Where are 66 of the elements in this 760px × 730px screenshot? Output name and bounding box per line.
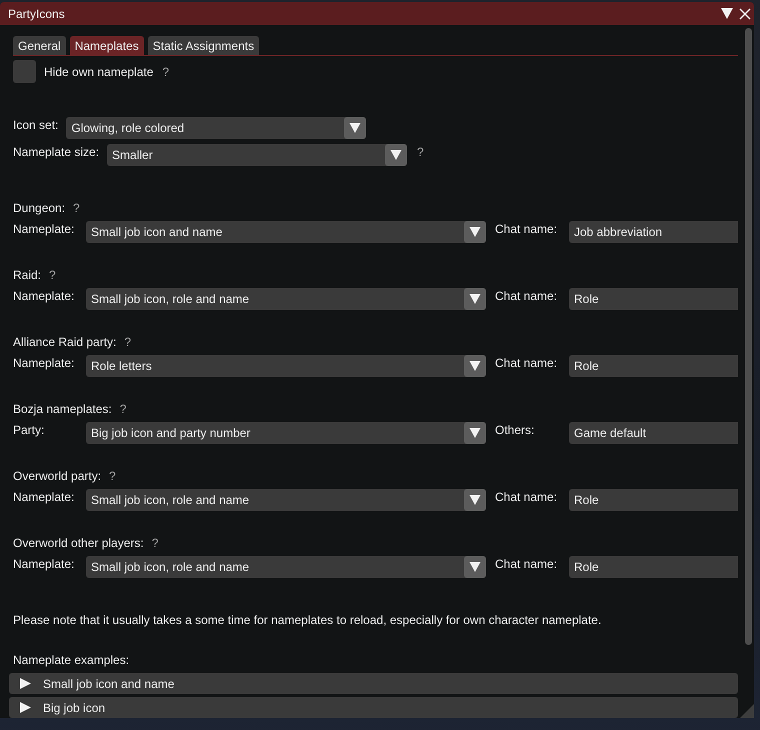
checkbox-label: Hide own nameplate	[44, 64, 154, 80]
field-label: Nameplate:	[13, 556, 76, 572]
help-marker[interactable]: ?	[73, 200, 80, 216]
window-title: PartyIcons	[8, 6, 65, 22]
field-label: Nameplate:	[13, 288, 76, 304]
field-label: Others:	[495, 422, 536, 438]
caret-down-icon[interactable]	[464, 422, 486, 444]
tab[interactable]: Static Assignments	[148, 36, 260, 55]
field-label: Nameplate:	[13, 489, 76, 505]
tab[interactable]: General	[13, 36, 66, 55]
collapsing-header[interactable]: Big job icon	[9, 697, 738, 718]
caret-down-icon[interactable]	[721, 8, 733, 19]
select-field[interactable]: Role	[569, 489, 738, 511]
dropdown[interactable]: Small job icon, role and name	[86, 489, 486, 511]
field-label: Chat name:	[495, 288, 558, 304]
field-label: Nameplate size:	[13, 144, 100, 161]
section-title: Nameplate examples:	[13, 652, 130, 668]
help-marker[interactable]: ?	[162, 64, 170, 80]
select-field[interactable]: Game default	[569, 422, 738, 444]
section-title: Bozja nameplates:	[13, 401, 112, 417]
select-field[interactable]: Role	[569, 556, 738, 578]
resize-grip-icon[interactable]	[740, 704, 754, 718]
caret-down-icon[interactable]	[464, 355, 486, 377]
help-marker[interactable]: ?	[152, 535, 158, 551]
dropdown[interactable]: Small job icon, role and name	[86, 288, 486, 310]
caret-right-icon	[20, 678, 31, 689]
help-marker[interactable]: ?	[49, 267, 56, 283]
dropdown[interactable]: Small job icon and name	[86, 221, 486, 243]
section-title: Overworld other players:	[13, 535, 144, 551]
field-label: Party:	[13, 422, 46, 438]
field-label: Chat name:	[495, 221, 558, 237]
caret-down-icon[interactable]	[464, 556, 486, 578]
caret-down-icon[interactable]	[464, 489, 486, 511]
close-icon[interactable]	[739, 8, 751, 20]
collapsing-header[interactable]: Small job icon and name	[9, 673, 738, 694]
section-title: Alliance Raid party:	[13, 334, 116, 350]
scrollbar-thumb[interactable]	[745, 28, 752, 645]
caret-down-icon[interactable]	[464, 288, 486, 310]
section-title: Raid:	[13, 267, 42, 283]
dropdown[interactable]: Small job icon, role and name	[86, 556, 486, 578]
section-title: Dungeon:	[13, 200, 66, 216]
caret-down-icon[interactable]	[385, 144, 408, 166]
field-label: Chat name:	[495, 489, 558, 505]
note-text: Please note that it usually takes a some time for nameplates to reload, especially for own character nameplate.	[13, 612, 602, 628]
dropdown[interactable]: Glowing, role colored	[66, 117, 366, 139]
dropdown[interactable]: Big job icon and party number	[86, 422, 486, 444]
help-marker[interactable]: ?	[124, 334, 132, 350]
field-label: Chat name:	[495, 556, 558, 572]
select-field[interactable]: Role	[569, 355, 738, 377]
field-label: Nameplate:	[13, 221, 76, 237]
help-marker[interactable]: ?	[417, 144, 424, 160]
tab[interactable]: Nameplates	[70, 36, 144, 55]
select-field[interactable]: Job abbreviation	[569, 221, 738, 243]
caret-down-icon[interactable]	[344, 117, 366, 139]
dropdown[interactable]: Smaller	[107, 144, 408, 166]
field-label: Nameplate:	[13, 355, 76, 371]
help-marker[interactable]: ?	[109, 468, 116, 484]
dropdown[interactable]: Role letters	[86, 355, 486, 377]
help-marker[interactable]: ?	[120, 401, 126, 417]
checkbox[interactable]	[13, 60, 36, 83]
caret-down-icon[interactable]	[464, 221, 486, 243]
select-field[interactable]: Role	[569, 288, 738, 310]
field-label: Chat name:	[495, 355, 558, 371]
field-label: Icon set:	[13, 117, 58, 134]
section-title: Overworld party:	[13, 468, 102, 484]
caret-right-icon	[20, 702, 31, 713]
